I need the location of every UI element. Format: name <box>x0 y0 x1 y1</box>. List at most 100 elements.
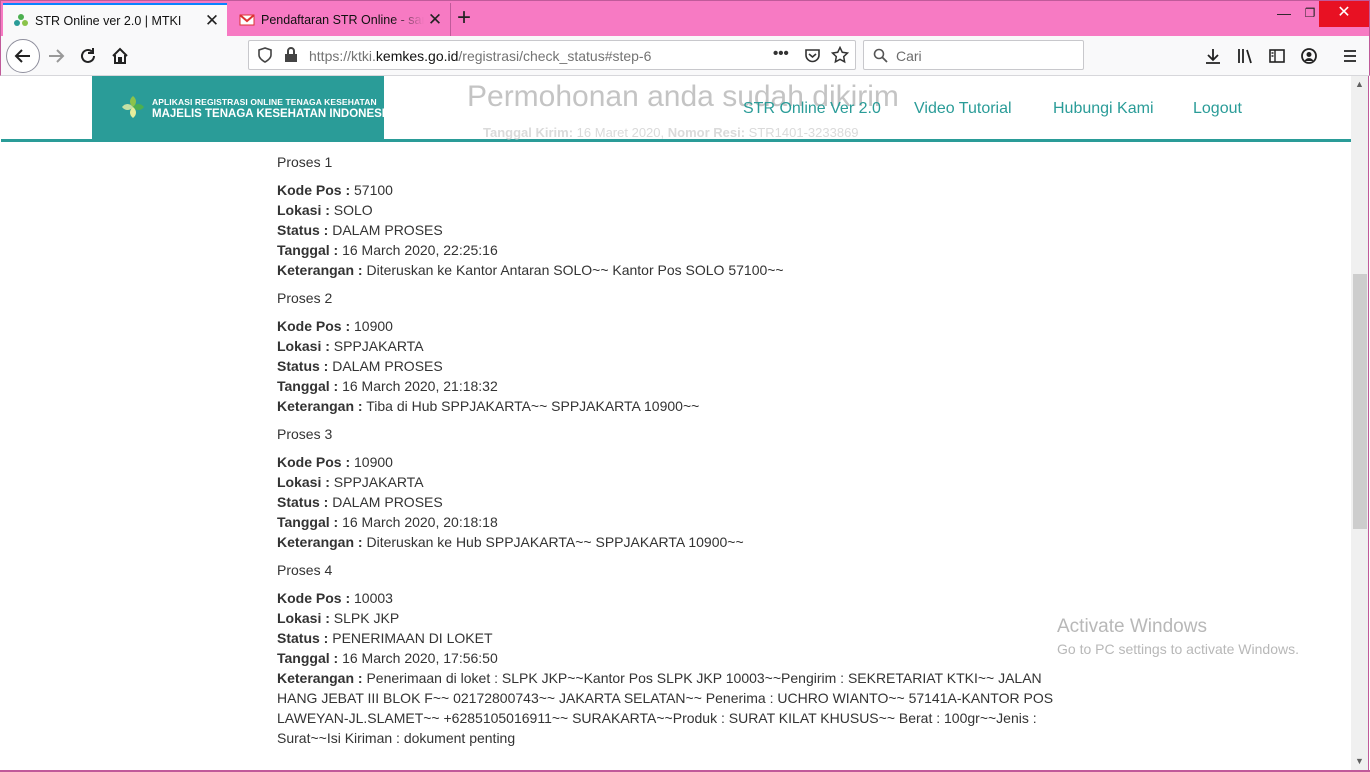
close-tab-icon[interactable]: ✕ <box>424 10 446 30</box>
status-label: Status : <box>277 630 329 646</box>
menu-button[interactable] <box>1334 40 1366 72</box>
status-value: DALAM PROSES <box>332 494 443 510</box>
kode-pos-value: 10900 <box>354 454 393 470</box>
status-label: Status : <box>277 222 329 238</box>
tanggal-value: 16 March 2020, 22:25:16 <box>342 242 498 258</box>
menu-hubungi-kami[interactable]: Hubungi Kami <box>1053 100 1154 118</box>
menu-str-online[interactable]: STR Online Ver 2.0 <box>743 100 881 118</box>
address-bar[interactable]: https://ktki.kemkes.go.id/registrasi/che… <box>248 40 856 70</box>
windows-activation-watermark: Activate Windows Go to PC settings to ac… <box>1057 616 1299 657</box>
proses-title: Proses 2 <box>277 290 333 306</box>
gmail-icon <box>239 14 255 26</box>
tab-title: STR Online ver 2.0 | MTKI <box>35 14 182 28</box>
hamburger-menu-icon <box>1344 50 1356 62</box>
reload-button[interactable] <box>72 40 104 72</box>
lokasi-value: SPPJAKARTA <box>333 338 424 354</box>
status-value: DALAM PROSES <box>332 358 443 374</box>
lokasi-label: Lokasi : <box>277 610 330 626</box>
kode-pos-value: 57100 <box>354 182 393 198</box>
page-actions-icon[interactable]: ••• <box>773 45 789 62</box>
search-icon <box>873 48 888 63</box>
search-placeholder: Cari <box>896 48 922 64</box>
account-button[interactable] <box>1293 40 1325 72</box>
forward-button[interactable] <box>40 40 72 72</box>
tanggal-label: Tanggal : <box>277 650 339 666</box>
page-scrollbar[interactable]: ▲ ▼ <box>1351 76 1369 770</box>
proses-details: Kode Pos : 10003 Lokasi : SLPK JKP Statu… <box>277 588 1077 748</box>
sidebar-button[interactable] <box>1261 40 1293 72</box>
account-icon <box>1301 48 1317 64</box>
close-window-button[interactable]: ✕ <box>1319 1 1369 27</box>
proses-title: Proses 3 <box>277 426 333 442</box>
search-bar[interactable]: Cari <box>863 40 1084 70</box>
back-arrow-icon <box>14 49 30 63</box>
lokasi-label: Lokasi : <box>277 202 330 218</box>
page-viewport: Proses 1 Kode Pos : 57100 Lokasi : SOLO … <box>1 76 1351 770</box>
lokasi-value: SLPK JKP <box>333 610 400 626</box>
logo-line-2: MAJELIS TENAGA KESEHATAN INDONESIA <box>152 108 394 120</box>
scroll-up-arrow-icon[interactable]: ▲ <box>1351 76 1368 93</box>
tanggal-value: 16 March 2020, 20:18:18 <box>342 514 498 530</box>
keterangan-value: Tiba di Hub SPPJAKARTA~~ SPPJAKARTA 1090… <box>366 398 700 414</box>
proses-item: Proses 2 Kode Pos : 10900 Lokasi : SPPJA… <box>277 288 1077 416</box>
tanggal-label: Tanggal : <box>277 242 339 258</box>
tracking-history: Proses 1 Kode Pos : 57100 Lokasi : SOLO … <box>277 152 1077 756</box>
tanggal-label: Tanggal : <box>277 378 339 394</box>
tanggal-value: 16 March 2020, 21:18:32 <box>342 378 498 394</box>
kode-pos-label: Kode Pos : <box>277 590 351 606</box>
proses-details: Kode Pos : 57100 Lokasi : SOLO Status : … <box>277 180 1077 280</box>
keterangan-label: Keterangan : <box>277 398 363 414</box>
scrollbar-thumb[interactable] <box>1353 274 1367 529</box>
keterangan-label: Keterangan : <box>277 534 363 550</box>
tanggal-label: Tanggal : <box>277 514 339 530</box>
mtki-logo-icon <box>122 96 144 118</box>
lokasi-value: SOLO <box>333 202 373 218</box>
keterangan-value: Diteruskan ke Hub SPPJAKARTA~~ SPPJAKART… <box>366 534 744 550</box>
pocket-icon[interactable] <box>804 47 821 64</box>
navigation-toolbar: https://ktki.kemkes.go.id/registrasi/che… <box>0 36 1370 76</box>
tab-pendaftaran[interactable]: Pendaftaran STR Online - sarkar ✕ <box>229 3 451 37</box>
proses-title: Proses 1 <box>277 154 333 170</box>
proses-details: Kode Pos : 10900 Lokasi : SPPJAKARTA Sta… <box>277 452 1077 552</box>
forward-arrow-icon <box>49 49 65 63</box>
proses-item: Proses 3 Kode Pos : 10900 Lokasi : SPPJA… <box>277 424 1077 552</box>
tab-str-online[interactable]: STR Online ver 2.0 | MTKI ✕ <box>3 3 227 37</box>
tab-strip: STR Online ver 2.0 | MTKI ✕ Pendaftaran … <box>0 0 1370 37</box>
close-tab-icon[interactable]: ✕ <box>201 11 223 31</box>
proses-item: Proses 1 Kode Pos : 57100 Lokasi : SOLO … <box>277 152 1077 280</box>
new-tab-button[interactable]: + <box>457 6 471 30</box>
kode-pos-label: Kode Pos : <box>277 318 351 334</box>
lokasi-value: SPPJAKARTA <box>333 474 424 490</box>
library-button[interactable] <box>1229 40 1261 72</box>
lokasi-label: Lokasi : <box>277 338 330 354</box>
keterangan-label: Keterangan : <box>277 262 363 278</box>
site-logo[interactable]: APLIKASI REGISTRASI ONLINE TENAGA KESEHA… <box>92 76 393 139</box>
proses-title: Proses 4 <box>277 562 333 578</box>
lokasi-label: Lokasi : <box>277 474 330 490</box>
scroll-down-arrow-icon[interactable]: ▼ <box>1351 753 1368 770</box>
status-label: Status : <box>277 494 329 510</box>
reload-icon <box>81 48 95 63</box>
back-button[interactable] <box>6 39 40 73</box>
download-icon <box>1206 49 1220 64</box>
tanggal-value: 16 March 2020, 17:56:50 <box>342 650 498 666</box>
library-icon <box>1238 49 1252 64</box>
logo-line-1: APLIKASI REGISTRASI ONLINE TENAGA KESEHA… <box>152 97 377 107</box>
watermark-line-1: Activate Windows <box>1057 616 1207 637</box>
kode-pos-value: 10003 <box>354 590 393 606</box>
keterangan-value: Penerimaan di loket : SLPK JKP~~Kantor P… <box>277 670 1054 746</box>
lock-icon[interactable] <box>284 47 298 63</box>
menu-video-tutorial[interactable]: Video Tutorial <box>914 100 1012 118</box>
shield-icon[interactable] <box>257 47 273 63</box>
kode-pos-label: Kode Pos : <box>277 454 351 470</box>
menu-logout[interactable]: Logout <box>1193 100 1242 118</box>
kode-pos-label: Kode Pos : <box>277 182 351 198</box>
mtki-favicon-icon <box>14 14 28 26</box>
keterangan-label: Keterangan : <box>277 670 363 686</box>
status-value: PENERIMAAN DI LOKET <box>332 630 493 646</box>
bookmark-star-icon[interactable] <box>831 46 849 64</box>
url-text[interactable]: https://ktki.kemkes.go.id/registrasi/che… <box>309 48 651 64</box>
home-button[interactable] <box>104 40 136 72</box>
status-label: Status : <box>277 358 329 374</box>
downloads-button[interactable] <box>1197 40 1229 72</box>
